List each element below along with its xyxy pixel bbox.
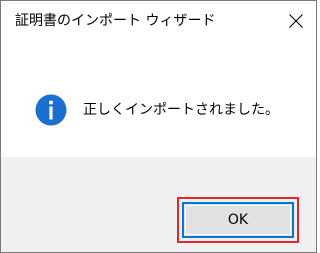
close-icon — [289, 14, 303, 28]
ok-button[interactable]: OK — [182, 202, 294, 238]
message-dialog: 証明書のインポート ウィザード 正しくインポートされました。 OK — [0, 0, 317, 253]
success-message: 正しくインポートされました。 — [83, 102, 279, 118]
window-title: 証明書のインポート ウィザード — [15, 13, 216, 29]
title-bar: 証明書のインポート ウィザード — [1, 1, 316, 41]
close-button[interactable] — [280, 5, 312, 37]
button-bar: OK — [1, 157, 316, 252]
dialog-content: 正しくインポートされました。 — [1, 41, 316, 157]
info-icon — [35, 94, 67, 126]
